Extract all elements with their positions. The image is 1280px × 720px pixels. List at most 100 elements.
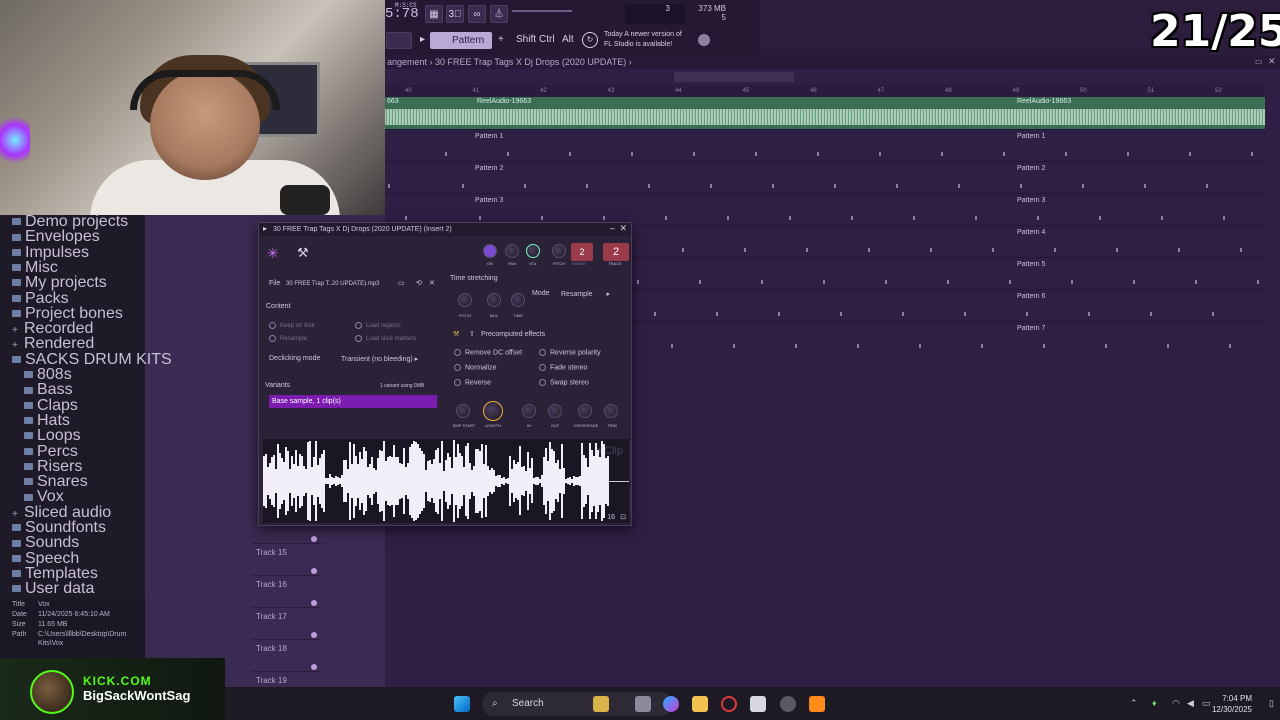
pattern-track-row[interactable]: Pattern 3 Pattern 3	[385, 193, 1265, 225]
pattern-clip-label[interactable]: Pattern 1	[1017, 133, 1045, 140]
browser-item[interactable]: Loops	[24, 428, 81, 444]
shift-key[interactable]: Shift	[516, 34, 536, 45]
window-minimize-icon[interactable]: –	[610, 223, 615, 233]
browser-item[interactable]: + Rendered	[12, 336, 94, 352]
pattern-selector[interactable]: Pattern 7	[430, 32, 492, 63]
pattern-clip-label[interactable]: Pattern 3	[475, 197, 503, 204]
on-toggle[interactable]	[483, 244, 497, 258]
browser-item[interactable]: Demo projects	[12, 214, 128, 230]
copilot-icon[interactable]	[663, 696, 679, 712]
range-display[interactable]: 2	[571, 243, 593, 261]
sampler-icon[interactable]: ✳	[267, 245, 279, 262]
browser-item[interactable]: Bass	[24, 382, 73, 398]
track-mute-dot[interactable]	[311, 632, 317, 638]
browser-item[interactable]: User data	[12, 581, 94, 597]
out-knob[interactable]	[548, 404, 562, 418]
chevron-up-icon[interactable]: ⌃	[1130, 698, 1138, 709]
pitch-knob[interactable]	[552, 244, 566, 258]
browser-item[interactable]: My projects	[12, 275, 107, 291]
pan-knob[interactable]	[505, 244, 519, 258]
browser-item[interactable]: Project bones	[12, 305, 123, 321]
effect-option[interactable]: Reverse polarity	[539, 349, 601, 356]
play-icon[interactable]: ▸	[420, 34, 425, 45]
mixer-track-display[interactable]: 2	[603, 243, 629, 261]
browser-item[interactable]: Percs	[24, 443, 78, 459]
browser-item[interactable]: Vox	[24, 489, 64, 505]
ts-time-knob[interactable]	[511, 293, 525, 307]
pattern-clip-label[interactable]: Pattern 4	[1017, 229, 1045, 236]
master-volume-slider[interactable]	[512, 10, 572, 12]
in-knob[interactable]	[522, 404, 536, 418]
notification-icon[interactable]: ▯	[1269, 698, 1274, 709]
pattern-track-row[interactable]: Pattern 1 Pattern 1	[385, 129, 1265, 161]
load-slice-markers-option[interactable]: Load slice markers	[355, 335, 416, 342]
microphone-icon[interactable]: ♦	[1152, 698, 1157, 708]
browser-item[interactable]: Packs	[12, 290, 69, 306]
timeline-ruler[interactable]: 40 41 42 43 44 45 46 47 48 49 50 51 52	[385, 85, 1265, 97]
track-mute-dot[interactable]	[311, 536, 317, 542]
browser-item[interactable]: Claps	[24, 397, 78, 413]
wifi-icon[interactable]: ◠	[1172, 698, 1180, 709]
song-time-display[interactable]: M:S:CS 5:78	[385, 2, 419, 26]
pattern-clip-label[interactable]: Pattern 2	[1017, 165, 1045, 172]
effect-option[interactable]: Normalize	[454, 364, 497, 371]
track-mute-dot[interactable]	[311, 600, 317, 606]
close-file-icon[interactable]: ✕	[429, 279, 435, 287]
news-icon[interactable]: ↻	[582, 32, 598, 48]
browser-item[interactable]: Misc	[12, 259, 58, 275]
pattern-clip-label[interactable]: Pattern 7	[1017, 325, 1045, 332]
up-arrow-icon[interactable]: ⇧	[469, 330, 475, 338]
sample-waveform-display[interactable]: o Clip 16 ⊡	[263, 439, 629, 523]
crossfade-knob[interactable]	[578, 404, 592, 418]
effect-option[interactable]: Reverse	[454, 379, 491, 386]
browser-item[interactable]: Soundfonts	[12, 520, 106, 536]
length-knob[interactable]	[483, 401, 503, 421]
task-view-icon[interactable]	[635, 696, 651, 712]
browser-item[interactable]: Hats	[24, 412, 70, 428]
metronome-icon[interactable]: ⏃	[490, 5, 508, 23]
volume-icon[interactable]: ◀	[1187, 698, 1194, 709]
alt-key[interactable]: Alt	[562, 34, 574, 45]
variant-list-item[interactable]: Base sample, 1 clip(s)	[269, 395, 437, 408]
sample-start-knob[interactable]	[456, 404, 470, 418]
audio-clip-track[interactable]: 663 ReelAudio-19663 ReelAudio-19663	[385, 97, 1265, 129]
ts-pitch-knob[interactable]	[458, 293, 472, 307]
battery-icon[interactable]: ▭	[1202, 698, 1211, 709]
mode-dropdown[interactable]: Resample ▸	[561, 290, 610, 298]
piano-roll-icon[interactable]: ▦	[425, 5, 443, 23]
resample-option[interactable]: Resample	[269, 335, 307, 342]
browser-item[interactable]: Speech	[12, 550, 79, 566]
taskbar-clock[interactable]: 7:04 PM 12/30/2025	[1212, 693, 1252, 715]
wrench-icon[interactable]: ⚒	[297, 245, 309, 261]
record-button[interactable]	[386, 32, 412, 49]
browser-item[interactable]: Risers	[24, 458, 82, 474]
playlist-scrollbar[interactable]	[674, 72, 794, 82]
effect-option[interactable]: Remove DC offset	[454, 349, 522, 356]
news-ticker[interactable]: Today A newer version of FL Studio is av…	[604, 30, 699, 52]
pattern-clip-label[interactable]: Pattern 6	[1017, 293, 1045, 300]
pattern-clip-label[interactable]: Pattern 5	[1017, 261, 1045, 268]
browser-item[interactable]: + Recorded	[12, 321, 93, 337]
file-explorer-icon[interactable]	[692, 696, 708, 712]
pattern-clip-label[interactable]: Pattern 2	[475, 165, 503, 172]
load-regions-option[interactable]: Load regions	[355, 322, 401, 329]
pattern-track-row[interactable]: Pattern 2 Pattern 2	[385, 161, 1265, 193]
windows-start-icon[interactable]	[454, 696, 470, 712]
window-maximize-icon[interactable]: ▭	[1255, 57, 1263, 66]
track-mute-dot[interactable]	[311, 664, 317, 670]
globe-icon[interactable]	[698, 34, 710, 46]
volume-knob[interactable]	[526, 244, 540, 258]
keep-on-disk-option[interactable]: Keep on disk	[269, 322, 315, 329]
browser-item[interactable]: Impulses	[12, 244, 89, 260]
reload-icon[interactable]: ⟲	[416, 279, 422, 287]
opera-icon[interactable]	[721, 696, 737, 712]
step-icon[interactable]: 3⃣	[446, 5, 464, 23]
browser-item[interactable]: 808s	[24, 367, 72, 383]
browser-item[interactable]: Snares	[24, 474, 88, 490]
file-name[interactable]: 30 FREE Trap T..20 UPDATE).mp3	[286, 281, 379, 287]
add-pattern-icon[interactable]: +	[498, 34, 504, 45]
window-menu-icon[interactable]: ▸	[263, 224, 267, 233]
pattern-clip-label[interactable]: Pattern 1	[475, 133, 503, 140]
browser-item[interactable]: + Sliced audio	[12, 504, 111, 520]
channel-settings-window[interactable]: 30 FREE Trap Tags X Dj Drops (2020 UPDAT…	[258, 222, 632, 526]
